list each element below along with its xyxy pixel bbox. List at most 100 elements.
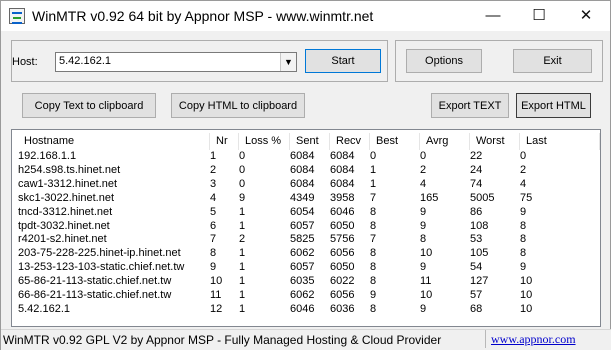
table-cell: 6084 [290,177,315,190]
host-combo-box[interactable]: 5.42.162.1 ▼ [55,52,297,72]
start-button[interactable]: Start [305,49,381,73]
table-cell: 11 [420,275,432,288]
table-cell: 6056 [330,247,355,260]
table-cell: 8 [370,275,377,288]
minimize-button[interactable]: — [470,1,516,31]
table-cell: 2 [239,233,246,246]
exit-button[interactable]: Exit [513,49,592,73]
table-cell: 127 [470,275,489,288]
table-row[interactable]: caw1-3312.hinet.net 3 0 6084 6084 1 4 74 4 [12,177,600,191]
table-cell: 22 [470,150,483,162]
host-input[interactable]: 5.42.162.1 [59,55,111,67]
table-cell: 1 [239,275,246,288]
table-cell: 9 [520,261,527,274]
table-cell: 0 [239,163,246,176]
table-cell: 53 [470,233,483,246]
appnor-link[interactable]: www.appnor.com [485,330,606,348]
table-cell: 7 [210,233,217,246]
column-header-best[interactable]: Best [370,133,420,150]
table-cell: 65-86-21-113-static.chief.net.tw [18,275,172,288]
table-cell: 7 [370,191,377,204]
table-cell: 0 [370,150,377,162]
table-cell: 6084 [330,163,355,176]
options-button[interactable]: Options [406,49,482,73]
close-button[interactable]: ✕ [563,1,609,31]
column-header-last[interactable]: Last [520,133,600,150]
table-cell: 8 [370,261,377,274]
table-cell: 0 [239,177,246,190]
status-text: WinMTR v0.92 GPL V2 by Appnor MSP - Full… [3,333,442,347]
maximize-button[interactable]: ☐ [516,1,562,31]
table-cell: 192.168.1.1 [18,150,77,162]
table-cell: 6054 [290,205,315,218]
table-cell: 0 [239,150,246,162]
table-cell: 9 [420,205,427,218]
export-html-button[interactable]: Export HTML [516,93,591,118]
table-row[interactable]: tpdt-3032.hinet.net 6 1 6057 6050 8 9 108 8 [12,219,600,233]
copy-text-button[interactable]: Copy Text to clipboard [22,93,156,118]
table-cell: 6036 [330,302,355,315]
table-cell: 9 [420,219,427,232]
table-cell: 6046 [330,205,355,218]
table-cell: 4 [520,177,527,190]
table-cell: 6084 [330,177,355,190]
export-text-button[interactable]: Export TEXT [431,93,509,118]
column-header-sent[interactable]: Sent [290,133,330,150]
table-row[interactable]: 203-75-228-225.hinet-ip.hinet.net 8 1 6062 6… [12,246,600,260]
column-header-recv[interactable]: Recv [330,133,370,150]
chevron-down-icon[interactable]: ▼ [280,53,296,71]
table-cell: 165 [420,191,439,204]
table-row[interactable]: 66-86-21-113-static.chief.net.tw 11 1 6062 6… [12,288,600,302]
table-cell: 5756 [330,233,355,246]
host-label: Host: [12,56,38,68]
table-cell: 10 [420,289,433,301]
table-cell: tncd-3312.hinet.net [18,205,113,218]
table-cell: 8 [210,247,217,260]
table-cell: 1 [239,247,246,260]
table-cell: 1 [239,302,246,315]
table-cell: 9 [520,205,527,218]
table-cell: 9 [370,289,377,301]
column-header-loss[interactable]: Loss % [239,133,290,150]
table-cell: 6084 [290,150,315,162]
table-cell: 57 [470,289,483,301]
table-cell: 5825 [290,233,315,246]
table-cell: 5.42.162.1 [18,302,70,315]
column-header-nr[interactable]: Nr [210,133,239,150]
table-row[interactable]: 65-86-21-113-static.chief.net.tw 10 1 6035 6… [12,274,600,288]
table-cell: 1 [370,163,377,176]
table-cell: 8 [370,205,377,218]
table-cell: 54 [470,261,483,274]
table-cell: skc1-3022.hinet.net [18,191,115,204]
table-row[interactable]: 5.42.162.1 12 1 6046 6036 8 9 68 10 [12,302,600,316]
table-cell: 1 [370,177,377,190]
table-cell: 4 [210,191,217,204]
table-row[interactable]: 13-253-123-103-static.chief.net.tw 9 1 6057… [12,260,600,274]
table-row[interactable]: skc1-3022.hinet.net 4 9 4349 3958 7 165 5005 75 [12,191,600,205]
table-cell: 10 [520,302,533,315]
window-title: WinMTR v0.92 64 bit by Appnor MSP - www.… [32,8,374,24]
column-header-worst[interactable]: Worst [470,133,520,150]
table-cell: 10 [420,247,433,260]
table-cell: 74 [470,177,483,190]
table-row[interactable]: tncd-3312.hinet.net 5 1 6054 6046 8 9 86 9 [12,205,600,219]
table-cell: 5 [210,205,217,218]
table-cell: 8 [370,302,377,315]
table-cell: 7 [370,233,377,246]
copy-html-button[interactable]: Copy HTML to clipboard [171,93,305,118]
table-row[interactable]: 192.168.1.1 1 0 6084 6084 0 0 22 0 [12,149,600,163]
table-cell: 2 [520,163,527,176]
table-cell: 5005 [470,191,495,204]
column-header-avrg[interactable]: Avrg [420,133,470,150]
table-row[interactable]: r4201-s2.hinet.net 7 2 5825 5756 7 8 53 8 [12,232,600,246]
table-cell: 8 [420,233,427,246]
table-cell: 1 [210,150,217,162]
table-cell: 6 [210,219,217,232]
table-cell: r4201-s2.hinet.net [18,233,107,246]
table-cell: 9 [239,191,246,204]
table-row[interactable]: h254.s98.ts.hinet.net 2 0 6084 6084 1 2 24 2 [12,163,600,177]
mtr-results-list[interactable]: Hostname Nr Loss % Sent Recv Best Avrg Worst Las… [11,129,601,327]
table-cell: 11 [210,289,222,301]
table-cell: 108 [470,219,489,232]
column-header-hostname[interactable]: Hostname [18,133,210,150]
